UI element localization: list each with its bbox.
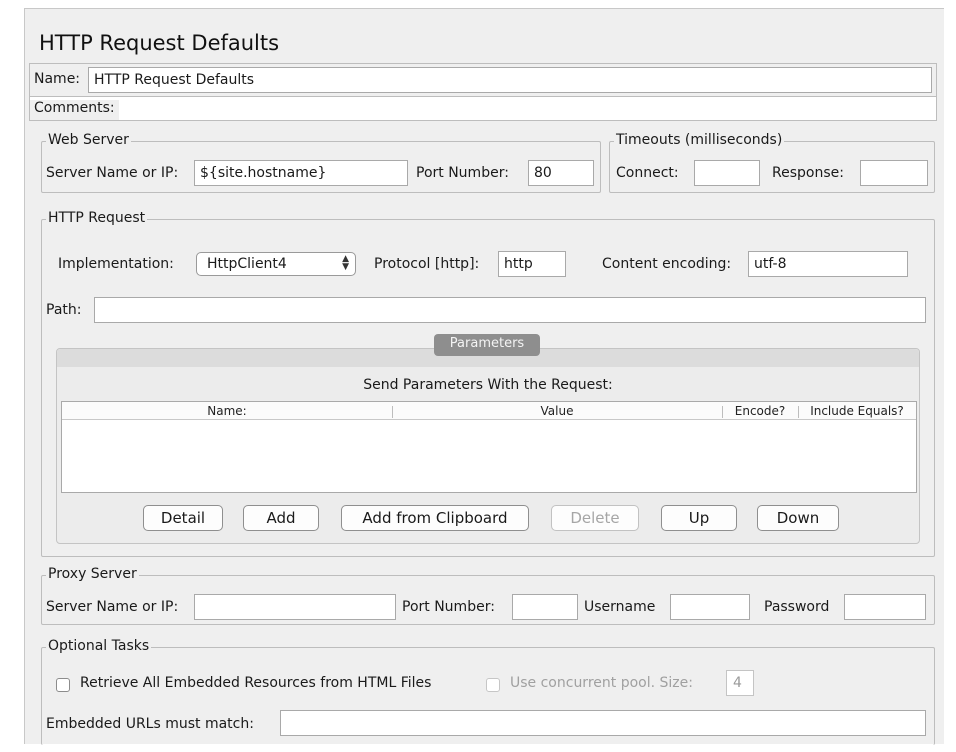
parameters-table[interactable]: Name: Value Encode? Include Equals? <box>61 401 917 493</box>
protocol-input[interactable]: http <box>498 251 566 277</box>
path-input[interactable] <box>94 297 926 323</box>
detail-button[interactable]: Detail <box>143 505 223 531</box>
proxy-server-name-label: Server Name or IP: <box>46 599 179 615</box>
concurrent-pool-label: Use concurrent pool. Size: <box>510 675 693 691</box>
response-timeout-input[interactable] <box>860 160 928 186</box>
name-label: Name: <box>34 71 81 87</box>
embedded-urls-input[interactable] <box>280 710 926 736</box>
delete-button[interactable]: Delete <box>551 505 639 531</box>
table-header: Name: Value Encode? Include Equals? <box>62 402 916 420</box>
path-label: Path: <box>46 302 82 318</box>
content-encoding-input[interactable]: utf-8 <box>748 251 908 277</box>
web-server-legend: Web Server <box>46 132 131 148</box>
comments-label: Comments: <box>30 100 119 120</box>
port-number-label: Port Number: <box>416 165 509 181</box>
retrieve-resources-label[interactable]: Retrieve All Embedded Resources from HTM… <box>80 675 431 691</box>
add-button[interactable]: Add <box>243 505 319 531</box>
column-header-encode[interactable]: Encode? <box>723 402 797 420</box>
content-encoding-label: Content encoding: <box>602 256 732 272</box>
http-request-legend: HTTP Request <box>46 210 148 226</box>
proxy-server-legend: Proxy Server <box>46 566 139 582</box>
protocol-label: Protocol [http]: <box>374 256 480 272</box>
embedded-urls-label: Embedded URLs must match: <box>46 716 254 732</box>
http-request-group: HTTP Request Implementation: HttpClient4… <box>41 210 935 557</box>
optional-tasks-legend: Optional Tasks <box>46 638 152 654</box>
column-header-name[interactable]: Name: <box>62 402 392 420</box>
page-title: HTTP Request Defaults <box>39 31 280 55</box>
select-arrows-icon: ▲ ▼ <box>342 254 349 272</box>
connect-timeout-input[interactable] <box>694 160 760 186</box>
optional-tasks-group: Optional Tasks Retrieve All Embedded Res… <box>41 638 935 745</box>
port-number-input[interactable]: 80 <box>528 160 594 186</box>
implementation-label: Implementation: <box>58 256 174 272</box>
proxy-password-input[interactable] <box>844 594 926 620</box>
server-name-input[interactable]: ${site.hostname} <box>194 160 408 186</box>
proxy-port-label: Port Number: <box>402 599 495 615</box>
down-button[interactable]: Down <box>757 505 839 531</box>
column-header-value[interactable]: Value <box>393 402 721 420</box>
concurrent-pool-checkbox[interactable] <box>486 678 500 692</box>
parameters-panel: Send Parameters With the Request: Name: … <box>56 348 920 544</box>
comments-row: Comments: <box>29 97 937 121</box>
proxy-password-label: Password <box>764 599 830 615</box>
http-request-defaults-panel: HTTP Request Defaults Name: HTTP Request… <box>24 8 944 745</box>
implementation-value: HttpClient4 <box>207 256 287 272</box>
proxy-server-name-input[interactable] <box>194 594 396 620</box>
timeouts-group: Timeouts (milliseconds) Connect: Respons… <box>609 132 935 193</box>
timeouts-legend: Timeouts (milliseconds) <box>614 132 785 148</box>
name-row: Name: HTTP Request Defaults <box>29 63 937 97</box>
proxy-port-input[interactable] <box>512 594 578 620</box>
implementation-select[interactable]: HttpClient4 ▲ ▼ <box>196 252 356 276</box>
name-input[interactable]: HTTP Request Defaults <box>88 67 932 93</box>
response-label: Response: <box>772 165 844 181</box>
proxy-server-group: Proxy Server Server Name or IP: Port Num… <box>41 566 935 625</box>
parameters-caption: Send Parameters With the Request: <box>363 377 613 393</box>
retrieve-resources-checkbox[interactable] <box>56 678 70 692</box>
parameters-tab[interactable]: Parameters <box>434 334 540 356</box>
column-header-include-equals[interactable]: Include Equals? <box>799 402 915 420</box>
proxy-username-input[interactable] <box>670 594 750 620</box>
add-from-clipboard-button[interactable]: Add from Clipboard <box>341 505 529 531</box>
up-button[interactable]: Up <box>661 505 737 531</box>
proxy-username-label: Username <box>584 599 656 615</box>
pool-size-input[interactable]: 4 <box>726 670 754 696</box>
web-server-group: Web Server Server Name or IP: ${site.hos… <box>41 132 601 193</box>
server-name-label: Server Name or IP: <box>46 165 179 181</box>
connect-label: Connect: <box>616 165 679 181</box>
